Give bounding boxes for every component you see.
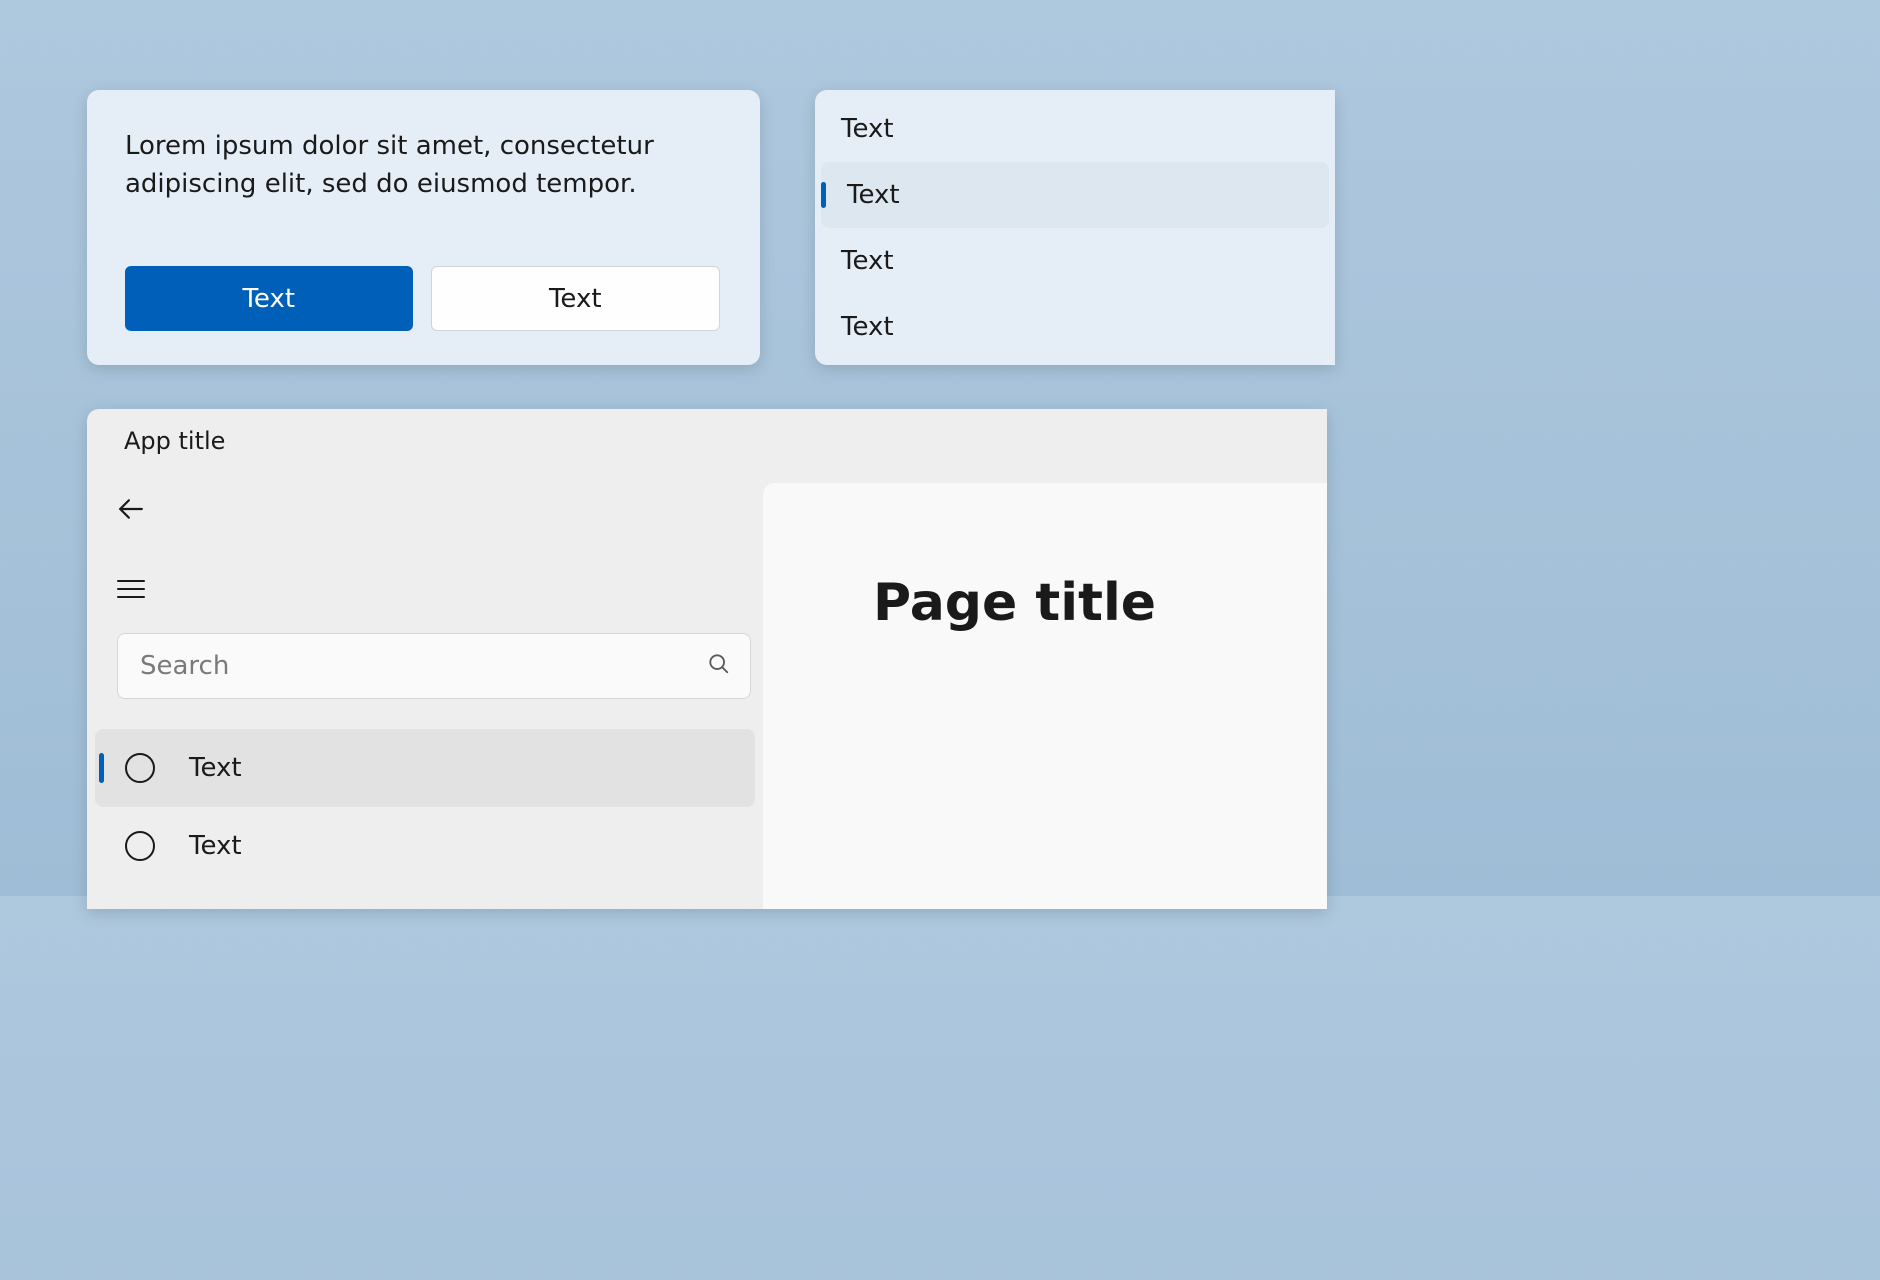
app-body: Text Text Page title: [87, 473, 1327, 909]
navlist-item[interactable]: Text: [821, 162, 1329, 228]
sidebar-top-controls: [87, 473, 763, 625]
sidebar-item[interactable]: Text: [95, 807, 755, 885]
back-arrow-icon: [118, 496, 144, 526]
search-input[interactable]: [140, 651, 708, 681]
navlist-card: Text Text Text Text: [815, 90, 1335, 365]
search-icon: [708, 653, 730, 679]
selection-indicator: [99, 753, 104, 783]
sidebar-item-label: Text: [189, 831, 242, 861]
search-box[interactable]: [117, 633, 751, 699]
selection-indicator: [821, 182, 826, 208]
dialog-button-row: Text Text: [125, 266, 720, 331]
dialog-secondary-button[interactable]: Text: [431, 266, 721, 331]
sidebar-item-label: Text: [189, 753, 242, 783]
back-button[interactable]: [97, 477, 165, 545]
navlist-item-label: Text: [841, 246, 894, 276]
circle-icon: [125, 831, 155, 861]
app-content: Page title: [763, 483, 1327, 909]
dialog-primary-button[interactable]: Text: [125, 266, 413, 331]
sidebar-nav: Text Text: [87, 729, 763, 885]
page-title: Page title: [873, 573, 1327, 633]
navlist-item-label: Text: [841, 312, 894, 342]
app-window: App title: [87, 409, 1327, 909]
dialog-body-text: Lorem ipsum dolor sit amet, consectetur …: [125, 128, 720, 203]
search-container: [87, 625, 763, 707]
navlist-item-label: Text: [847, 180, 900, 210]
navlist-item[interactable]: Text: [815, 294, 1335, 360]
sidebar-item[interactable]: Text: [95, 729, 755, 807]
app-title: App title: [87, 409, 1327, 473]
navlist-item-label: Text: [841, 114, 894, 144]
app-sidebar: Text Text: [87, 473, 763, 909]
hamburger-icon: [117, 579, 145, 603]
navlist-item[interactable]: Text: [815, 228, 1335, 294]
navlist-item[interactable]: Text: [815, 96, 1335, 162]
circle-icon: [125, 753, 155, 783]
dialog-card: Lorem ipsum dolor sit amet, consectetur …: [87, 90, 760, 365]
nav-toggle-button[interactable]: [97, 557, 165, 625]
